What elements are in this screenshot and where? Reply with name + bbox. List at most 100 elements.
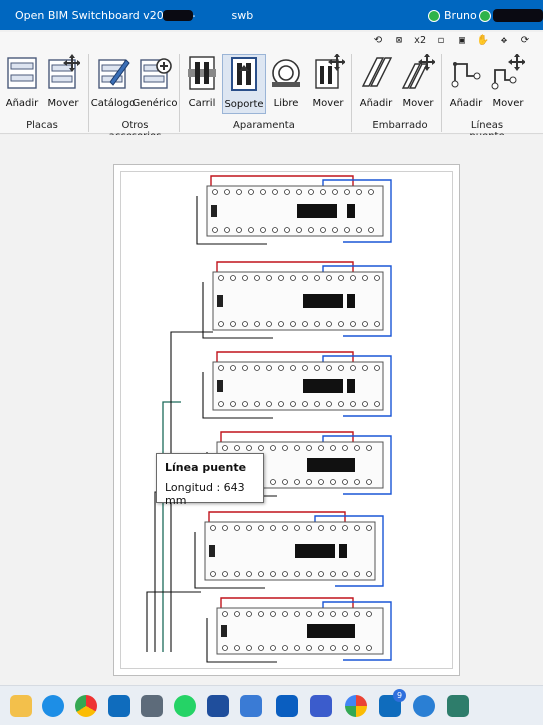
terminal bbox=[258, 645, 264, 651]
wiring-drawing[interactable] bbox=[121, 172, 454, 670]
notification-badge: 9 bbox=[393, 689, 406, 702]
terminal bbox=[246, 571, 252, 577]
user-account[interactable]: Bruno bbox=[428, 9, 477, 22]
breaker-handle bbox=[339, 544, 347, 558]
terminal bbox=[326, 321, 332, 327]
terminal bbox=[366, 525, 372, 531]
busbar-add-button[interactable]: Añadir bbox=[354, 54, 398, 114]
ribbon: Añadir Mover Placas Catálogo Genérico Ot… bbox=[0, 50, 543, 142]
zoom-x2-icon[interactable]: x2 bbox=[413, 34, 427, 48]
terminal bbox=[246, 525, 252, 531]
connect-icon[interactable] bbox=[413, 695, 435, 717]
terminal bbox=[258, 525, 264, 531]
rail-button[interactable]: Carril bbox=[180, 54, 224, 114]
terminal bbox=[246, 445, 252, 451]
terminal bbox=[230, 401, 236, 407]
switchboard-sheet[interactable] bbox=[113, 164, 460, 676]
file-explorer-icon[interactable] bbox=[10, 695, 32, 717]
copilot-icon[interactable] bbox=[240, 695, 262, 717]
ribbon-separator bbox=[88, 54, 89, 132]
zoom-extents-icon[interactable]: ◻ bbox=[434, 34, 448, 48]
drawing-canvas[interactable]: Línea puente Longitud : 643 mm bbox=[0, 135, 543, 685]
breaker-handle bbox=[347, 204, 355, 218]
terminal bbox=[314, 321, 320, 327]
calendar-icon[interactable] bbox=[207, 695, 229, 717]
terminal bbox=[366, 479, 372, 485]
move-view-icon[interactable]: ✥ bbox=[497, 34, 511, 48]
undo-icon[interactable]: ⟲ bbox=[371, 34, 385, 48]
chrome-icon[interactable] bbox=[75, 695, 97, 717]
terminal bbox=[224, 189, 230, 195]
whatsapp-icon[interactable] bbox=[174, 695, 196, 717]
quick-access-toolbar: ⟲ ⊠ x2 ◻ ▣ ✋ ✥ ⟳ bbox=[0, 32, 543, 50]
bridge-line-add-button[interactable]: Añadir bbox=[444, 54, 488, 114]
terminal bbox=[282, 645, 288, 651]
switchboard-app-icon[interactable] bbox=[447, 695, 469, 717]
redraw-icon[interactable]: ⟳ bbox=[518, 34, 532, 48]
terminal bbox=[294, 479, 300, 485]
generic-button[interactable]: Genérico bbox=[133, 54, 177, 114]
terminal bbox=[302, 365, 308, 371]
mail-icon[interactable] bbox=[276, 695, 298, 717]
terminal bbox=[362, 275, 368, 281]
terminal bbox=[338, 365, 344, 371]
terminal bbox=[290, 321, 296, 327]
terminal bbox=[294, 525, 300, 531]
group-label-embarrado: Embarrado bbox=[372, 120, 428, 131]
zoom-window-icon[interactable]: ⊠ bbox=[392, 34, 406, 48]
terminal bbox=[260, 227, 266, 233]
edge-icon[interactable] bbox=[42, 695, 64, 717]
device-row bbox=[212, 361, 384, 411]
terminal bbox=[362, 365, 368, 371]
terminal bbox=[294, 445, 300, 451]
remote-desktop-icon[interactable] bbox=[310, 695, 332, 717]
terminal bbox=[278, 401, 284, 407]
terminal bbox=[234, 525, 240, 531]
placas-move-button[interactable]: Mover bbox=[41, 54, 85, 114]
bridge-line-move-button[interactable]: Mover bbox=[486, 54, 530, 114]
terminal bbox=[242, 321, 248, 327]
terminal bbox=[356, 227, 362, 233]
breaker-handle bbox=[297, 204, 337, 218]
terminal bbox=[236, 227, 242, 233]
outlook-new-icon[interactable]: 9 bbox=[379, 689, 406, 717]
free-button[interactable]: Libre bbox=[264, 54, 308, 114]
terminal bbox=[344, 189, 350, 195]
plate-add-icon bbox=[7, 57, 37, 89]
terminal bbox=[320, 189, 326, 195]
user-status-icon bbox=[428, 9, 440, 22]
zoom-all-icon[interactable]: ▣ bbox=[455, 34, 469, 48]
terminal bbox=[230, 275, 236, 281]
breaker-handle bbox=[347, 624, 355, 638]
terminal bbox=[270, 479, 276, 485]
terminal bbox=[306, 645, 312, 651]
terminal bbox=[354, 611, 360, 617]
terminal bbox=[326, 401, 332, 407]
busbar-move-button[interactable]: Mover bbox=[396, 54, 440, 114]
group-label-placas: Placas bbox=[26, 120, 58, 131]
terminal bbox=[270, 645, 276, 651]
pan-hand-icon[interactable]: ✋ bbox=[476, 34, 490, 48]
terminal bbox=[272, 227, 278, 233]
terminal bbox=[318, 645, 324, 651]
aparamenta-move-button[interactable]: Mover bbox=[306, 54, 350, 114]
outlook-icon[interactable] bbox=[108, 695, 130, 717]
bridge-line-tooltip: Línea puente Longitud : 643 mm bbox=[156, 453, 264, 507]
terminal bbox=[282, 445, 288, 451]
placas-add-button[interactable]: Añadir bbox=[0, 54, 44, 114]
terminal bbox=[330, 611, 336, 617]
terminal bbox=[318, 445, 324, 451]
calculator-icon[interactable] bbox=[141, 695, 163, 717]
photos-icon[interactable] bbox=[345, 695, 367, 717]
terminal bbox=[278, 321, 284, 327]
terminal bbox=[222, 611, 228, 617]
taskbar: 9 bbox=[0, 685, 543, 725]
terminal bbox=[270, 445, 276, 451]
catalog-button[interactable]: Catálogo bbox=[91, 54, 135, 114]
terminal bbox=[246, 611, 252, 617]
terminal bbox=[294, 571, 300, 577]
bridge-line-add-icon bbox=[451, 62, 481, 88]
terminal bbox=[354, 445, 360, 451]
terminal bbox=[342, 571, 348, 577]
support-button[interactable]: Soporte bbox=[222, 54, 266, 114]
